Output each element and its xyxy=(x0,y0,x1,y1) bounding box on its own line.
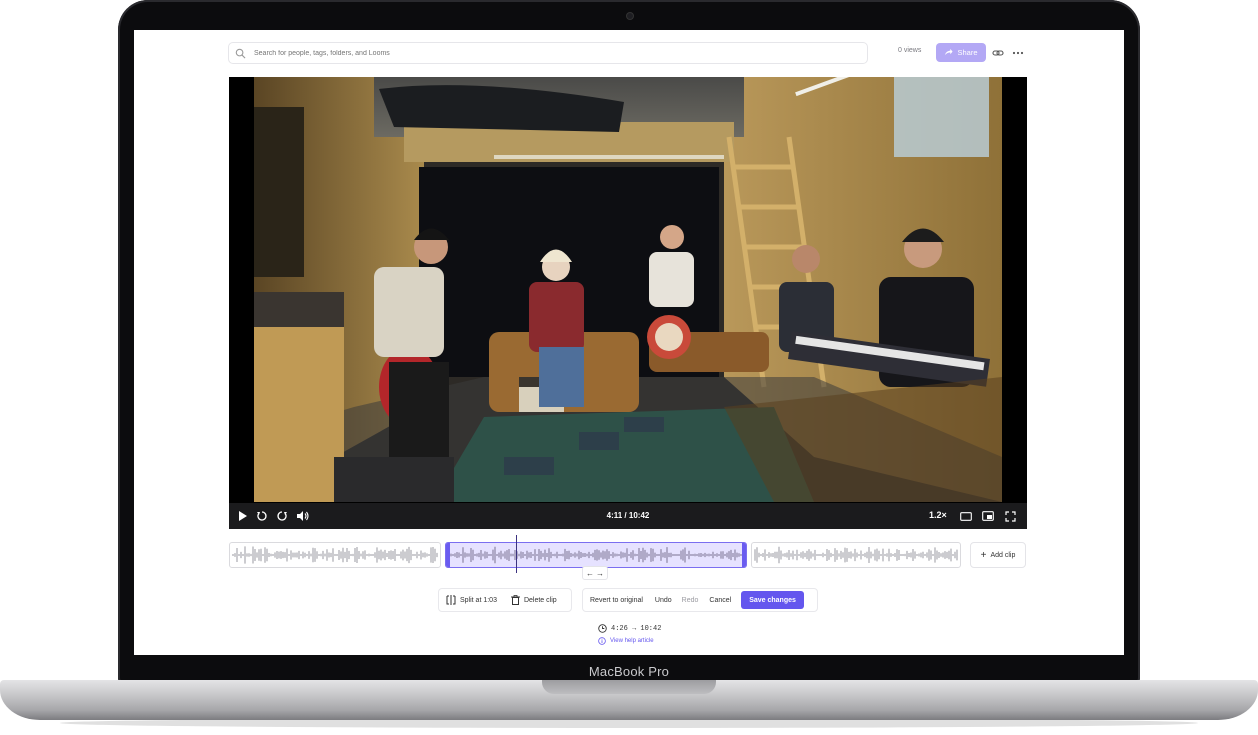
search-input[interactable] xyxy=(252,48,816,58)
fullscreen-icon[interactable] xyxy=(1003,509,1017,523)
undo-button[interactable]: Undo xyxy=(650,589,677,611)
plus-icon: + xyxy=(980,549,987,561)
app-screen: 0 views Share xyxy=(134,30,1124,655)
clip-actions-toolbar: Split at 1:03 Delete clip xyxy=(438,588,572,612)
camera-icon xyxy=(627,13,633,19)
trash-icon xyxy=(510,595,520,605)
delete-clip-button[interactable]: Delete clip xyxy=(504,589,564,611)
timeline-clip-2-selected[interactable] xyxy=(445,542,747,568)
share-label: Share xyxy=(957,48,978,57)
split-label: Split at 1:03 xyxy=(460,596,497,604)
split-button[interactable]: Split at 1:03 xyxy=(439,589,504,611)
help-link-label[interactable]: View help article xyxy=(610,638,654,644)
waveform-clip-3 xyxy=(754,546,958,564)
search-bar[interactable] xyxy=(228,42,868,64)
waveform-clip-1 xyxy=(232,546,438,564)
picture-in-picture-icon[interactable] xyxy=(981,509,995,523)
help-link[interactable]: View help article xyxy=(598,637,654,645)
split-icon xyxy=(446,595,456,605)
more-options-icon[interactable] xyxy=(1010,45,1026,61)
arrow-right-icon[interactable]: → xyxy=(596,569,604,578)
waveform-clip-2 xyxy=(448,546,744,564)
trim-range: 4:26 → 10:42 xyxy=(598,624,661,633)
cancel-button[interactable]: Cancel xyxy=(703,589,737,611)
info-icon xyxy=(598,637,606,645)
timeline-playhead[interactable] xyxy=(516,535,517,573)
video-frame[interactable] xyxy=(254,77,1002,502)
device-brand-label: MacBook Pro xyxy=(588,664,670,679)
revert-button[interactable]: Revert to original xyxy=(583,589,650,611)
timeline-clip-3[interactable] xyxy=(751,542,961,568)
redo-button[interactable]: Redo xyxy=(677,589,704,611)
move-clip-arrows[interactable]: ← → xyxy=(582,566,608,580)
video-thumbnail-image xyxy=(254,77,1002,502)
timeline-clip-1[interactable] xyxy=(229,542,441,568)
save-changes-button[interactable]: Save changes xyxy=(741,591,804,609)
delete-clip-label: Delete clip xyxy=(523,596,557,604)
trim-range-label: 4:26 → 10:42 xyxy=(611,624,662,633)
captions-icon[interactable] xyxy=(959,509,973,523)
views-count: 0 views xyxy=(898,47,922,54)
clip-start-handle[interactable] xyxy=(446,543,450,567)
playback-rate-button[interactable]: 1.2× xyxy=(929,510,947,520)
video-player[interactable]: 4:11 / 10:42 1.2× xyxy=(229,77,1027,529)
time-display: 4:11 / 10:42 xyxy=(606,511,650,520)
clip-end-handle[interactable] xyxy=(742,543,746,567)
player-controls: 4:11 / 10:42 1.2× xyxy=(229,503,1027,529)
share-button[interactable]: Share xyxy=(936,43,986,62)
edit-actions-toolbar: Revert to original Undo Redo Cancel Save… xyxy=(582,588,818,612)
add-clip-label: Add clip xyxy=(990,551,1016,559)
laptop-notch xyxy=(542,680,716,694)
search-icon xyxy=(235,48,246,58)
copy-link-icon[interactable] xyxy=(990,45,1006,61)
add-clip-button[interactable]: + Add clip xyxy=(970,542,1026,568)
arrow-left-icon[interactable]: ← xyxy=(586,569,594,578)
clock-icon xyxy=(598,624,607,633)
share-icon xyxy=(945,48,954,56)
